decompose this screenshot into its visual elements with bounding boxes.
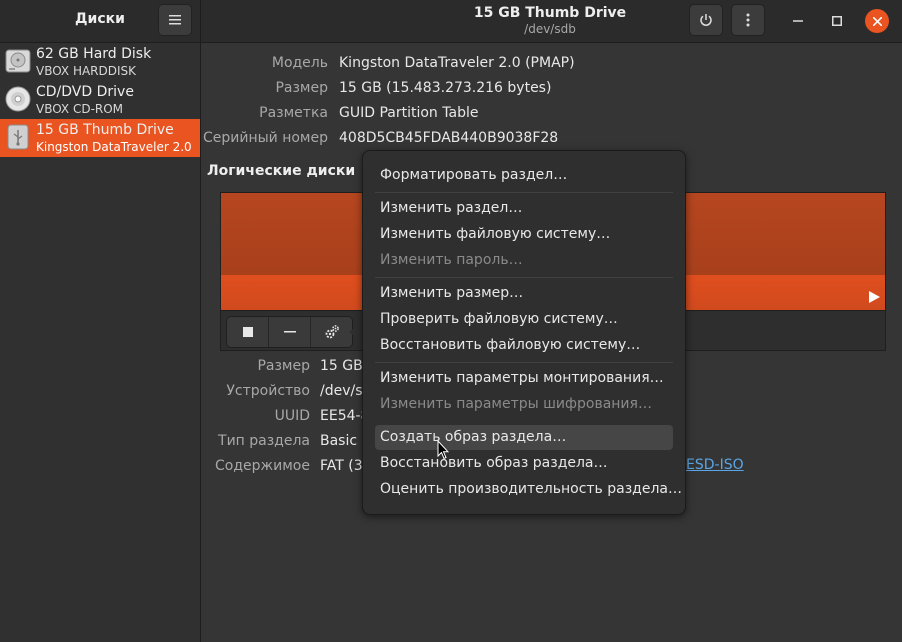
popover-arrow	[349, 322, 362, 342]
drive-item-cd-dvd[interactable]: CD/DVD Drive VBOX CD-ROM	[0, 81, 200, 119]
size-value: 15 GB (15.483.273.216 bytes)	[339, 80, 552, 96]
menu-item-format-partition[interactable]: Форматировать раздел…	[380, 167, 567, 183]
menu-item-edit-partition[interactable]: Изменить раздел…	[380, 200, 522, 216]
menu-item-create-image[interactable]: Создать образ раздела…	[380, 429, 566, 445]
minimize-icon	[793, 20, 803, 22]
menu-item-resize[interactable]: Изменить размер…	[380, 285, 523, 301]
menu-separator	[375, 362, 673, 363]
header-bar: Диски 15 GB Thumb Drive /dev/sdb	[0, 0, 902, 43]
drive-name: 62 GB Hard Disk	[36, 46, 152, 62]
sidebar-header: Диски	[0, 0, 201, 42]
model-label: Модель	[271, 55, 328, 71]
partition-options-button[interactable]	[311, 317, 352, 347]
drive-options-button[interactable]	[731, 4, 765, 36]
power-icon	[700, 14, 712, 26]
partition-type-label: Тип раздела	[218, 433, 310, 449]
partition-size-value: 15 GB	[320, 358, 363, 374]
hard-disk-icon	[5, 49, 31, 73]
partitioning-label: Разметка	[259, 105, 328, 121]
hamburger-menu-button[interactable]	[158, 4, 192, 36]
drive-model: VBOX HARDDISK	[36, 64, 137, 78]
mouse-pointer-icon	[437, 440, 449, 460]
drive-name: CD/DVD Drive	[36, 84, 134, 100]
menu-item-repair-filesystem[interactable]: Восстановить файловую систему…	[380, 337, 640, 353]
contents-label: Содержимое	[215, 458, 310, 474]
menu-item-edit-filesystem[interactable]: Изменить файловую систему…	[380, 226, 610, 242]
uuid-label: UUID	[274, 408, 310, 424]
menu-separator	[375, 277, 673, 278]
maximize-icon	[832, 16, 842, 26]
menu-item-mount-options[interactable]: Изменить параметры монтирования…	[380, 370, 664, 386]
partition-type-value: Basic I	[320, 433, 366, 449]
optical-drive-icon	[5, 86, 31, 112]
partition-size-label: Размер	[257, 358, 310, 374]
partition-options-menu: Форматировать раздел… Изменить раздел… И…	[362, 150, 686, 515]
stop-icon	[242, 327, 253, 337]
menu-item-encryption-options: Изменить параметры шифрования…	[380, 396, 652, 412]
delete-partition-button[interactable]	[269, 317, 311, 347]
close-icon	[872, 16, 882, 26]
menu-item-change-passphrase: Изменить пароль…	[380, 252, 523, 268]
close-button[interactable]	[865, 9, 889, 33]
minus-icon	[283, 331, 296, 333]
window-subtitle: /dev/sdb	[524, 22, 576, 36]
power-off-button[interactable]	[689, 4, 723, 36]
menu-item-restore-image[interactable]: Восстановить образ раздела…	[380, 455, 608, 471]
drive-list: 62 GB Hard Disk VBOX HARDDISK CD/DVD Dri…	[0, 43, 201, 642]
drive-model: Kingston DataTraveler 2.0	[36, 140, 192, 154]
drive-model: VBOX CD-ROM	[36, 102, 124, 116]
window-title-block: 15 GB Thumb Drive /dev/sdb	[400, 5, 700, 36]
mount-point-link[interactable]: ESD-ISO	[686, 457, 744, 473]
drive-item-thumb-drive[interactable]: 15 GB Thumb Drive Kingston DataTraveler …	[0, 119, 200, 157]
drive-name: 15 GB Thumb Drive	[36, 122, 174, 138]
menu-item-benchmark[interactable]: Оценить производительность раздела…	[380, 481, 682, 497]
minimize-button[interactable]	[786, 9, 810, 33]
usb-drive-icon	[7, 124, 29, 150]
window-title: 15 GB Thumb Drive	[473, 5, 627, 21]
maximize-button[interactable]	[825, 9, 849, 33]
device-value: /dev/s	[320, 383, 363, 399]
size-label: Размер	[275, 80, 328, 96]
menu-item-check-filesystem[interactable]: Проверить файловую систему…	[380, 311, 618, 327]
gears-icon	[325, 325, 339, 339]
serial-label: Серийный номер	[202, 130, 328, 146]
partitioning-value: GUID Partition Table	[339, 105, 479, 121]
menu-separator	[375, 192, 673, 193]
model-value: Kingston DataTraveler 2.0 (PMAP)	[339, 55, 575, 71]
hamburger-icon	[169, 15, 181, 25]
volumes-heading: Логические диски	[207, 163, 356, 179]
serial-value: 408D5CB45FDAB440B9038F28	[339, 130, 559, 146]
device-label: Устройство	[226, 383, 310, 399]
drive-item-hard-disk[interactable]: 62 GB Hard Disk VBOX HARDDISK	[0, 43, 200, 81]
vertical-dots-icon	[746, 13, 750, 27]
volume-actions	[226, 316, 353, 348]
unmount-button[interactable]	[227, 317, 269, 347]
contents-value: FAT (3	[320, 458, 363, 474]
play-arrow-icon	[869, 291, 880, 303]
